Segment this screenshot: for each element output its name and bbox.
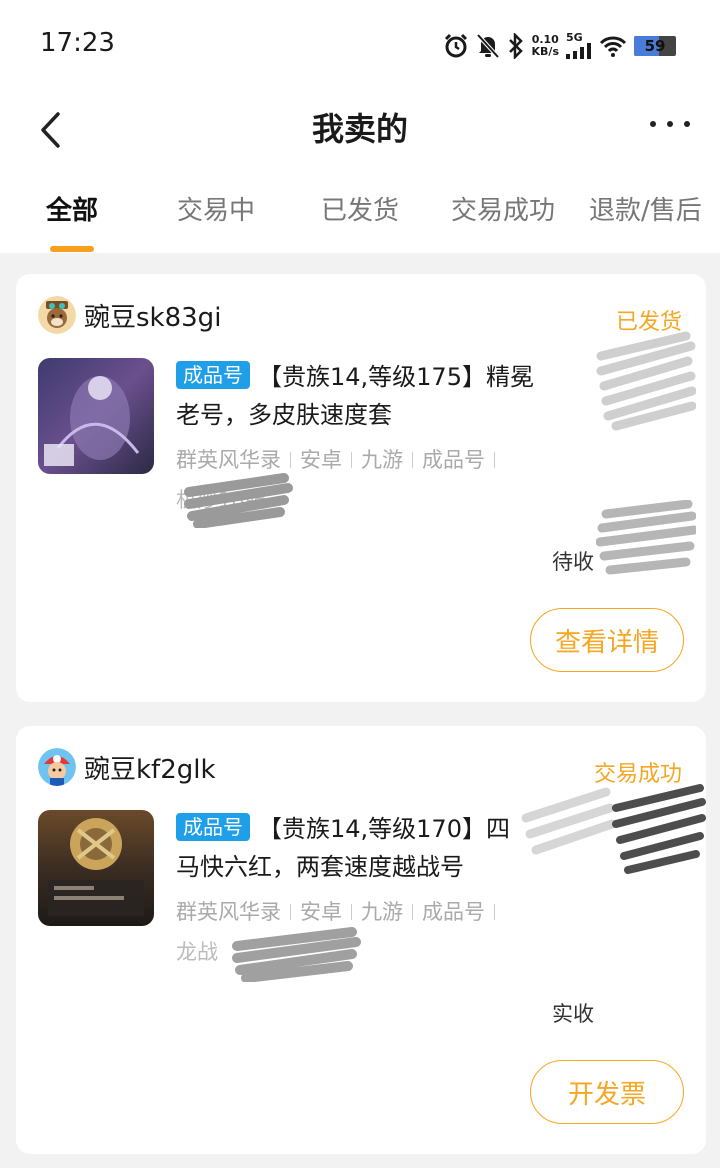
product-info: 成品号 【贵族14,等级175】精冕 老号，多皮肤速度套 群英风华录 安卓 九游 成品号… bbox=[176, 358, 686, 514]
meta-type: 成品号 bbox=[422, 900, 485, 924]
meta-game: 群英风华录 bbox=[176, 448, 281, 472]
meta-separator bbox=[290, 904, 291, 920]
product-meta: 群英风华录 安卓 九游 成品号 bbox=[176, 896, 686, 926]
network-type: 5G bbox=[566, 31, 583, 44]
battery-text: 59 bbox=[644, 37, 666, 55]
product-server: 龙战 bbox=[176, 940, 218, 964]
page-title: 我卖的 bbox=[311, 110, 408, 148]
meta-platform: 安卓 bbox=[300, 900, 342, 924]
meta-channel: 九游 bbox=[361, 448, 403, 472]
product-tag: 成品号 bbox=[176, 813, 250, 841]
meta-separator bbox=[412, 452, 413, 468]
product-info: 成品号 【贵族14,等级170】四 马快六红，两套速度越战号 群英风华录 安卓 九游成… bbox=[176, 810, 686, 966]
net-speed: 0.10 KB/s bbox=[532, 34, 559, 58]
meta-separator bbox=[494, 452, 495, 468]
amount-label: 实收 bbox=[552, 1002, 594, 1026]
avatar bbox=[38, 748, 76, 786]
product-tag: 成品号 bbox=[176, 361, 250, 389]
product-title-line2: 老号，多皮肤速度套 bbox=[176, 401, 392, 429]
more-dot bbox=[667, 121, 673, 127]
more-button[interactable] bbox=[650, 112, 690, 136]
order-status: 已发货 bbox=[615, 310, 682, 335]
tab-success[interactable]: 交易成功 bbox=[451, 190, 555, 227]
seller-info: 豌豆sk83gi bbox=[38, 296, 221, 334]
amount-label: 待收 bbox=[552, 550, 594, 574]
seller-name: 豌豆sk83gi bbox=[84, 302, 222, 333]
product-title[interactable]: 成品号 【贵族14,等级175】精冕 bbox=[176, 358, 686, 396]
seller-info: 豌豆kf2glk bbox=[38, 748, 216, 786]
meta-platform: 安卓 bbox=[300, 448, 342, 472]
meta-type: 成品号 bbox=[422, 448, 485, 472]
bell-muted-icon bbox=[476, 33, 499, 59]
tab-shipped[interactable]: 已发货 bbox=[321, 190, 399, 227]
meta-separator bbox=[351, 904, 352, 920]
wifi-icon bbox=[599, 36, 627, 57]
status-time: 17:23 bbox=[40, 28, 115, 58]
tab-indicator bbox=[50, 246, 94, 252]
view-details-button[interactable]: 查看详情 bbox=[530, 608, 684, 672]
invoice-button[interactable]: 开发票 bbox=[530, 1060, 684, 1124]
bluetooth-icon bbox=[508, 33, 523, 59]
more-dots-icon bbox=[650, 121, 656, 127]
product-title-line2: 马快六红，两套速度越战号 bbox=[176, 853, 464, 881]
product-thumbnail[interactable] bbox=[38, 810, 154, 926]
tab-refund[interactable]: 退款/售后 bbox=[589, 190, 702, 227]
status-icons: 0.10 KB/s 5G 59 bbox=[443, 30, 676, 62]
meta-game: 群英风华录 bbox=[176, 900, 281, 924]
more-dot bbox=[684, 121, 690, 127]
product-meta: 群英风华录 安卓 九游 成品号 bbox=[176, 444, 686, 474]
tab-in-trade[interactable]: 交易中 bbox=[177, 190, 255, 227]
order-card[interactable]: 豌豆kf2glk 交易成功 成品号 【贵族14,等级170】四 马快六红，两套速度… bbox=[16, 726, 706, 1154]
signal-icon bbox=[566, 43, 591, 59]
battery-icon: 59 bbox=[634, 36, 676, 56]
meta-separator bbox=[494, 904, 495, 920]
meta-channel: 九游 bbox=[361, 900, 403, 924]
meta-separator bbox=[412, 904, 413, 920]
title-text: 【贵族14,等级175】精冕 bbox=[258, 363, 534, 391]
title-text: 【贵族14,等级170】四 bbox=[258, 815, 510, 843]
cell-signal: 5G bbox=[566, 31, 592, 59]
meta-separator bbox=[290, 452, 291, 468]
seller-name: 豌豆kf2glk bbox=[84, 754, 216, 785]
tab-all[interactable]: 全部 bbox=[46, 190, 98, 227]
alarm-icon bbox=[444, 33, 467, 58]
order-card[interactable]: 豌豆sk83gi 已发货 成品号 【贵族14,等级175】精冕 老号，多皮肤速度套… bbox=[16, 274, 706, 702]
product-server: 机妙18服 bbox=[176, 488, 266, 512]
product-title[interactable]: 成品号 【贵族14,等级170】四 bbox=[176, 810, 686, 848]
tab-bar: 全部 交易中 已发货 交易成功 退款/售后 bbox=[0, 190, 720, 250]
meta-separator bbox=[351, 452, 352, 468]
net-speed-unit: KB/s bbox=[531, 45, 559, 58]
avatar bbox=[38, 296, 76, 334]
order-status: 交易成功 bbox=[593, 762, 682, 787]
product-thumbnail[interactable] bbox=[38, 358, 154, 474]
